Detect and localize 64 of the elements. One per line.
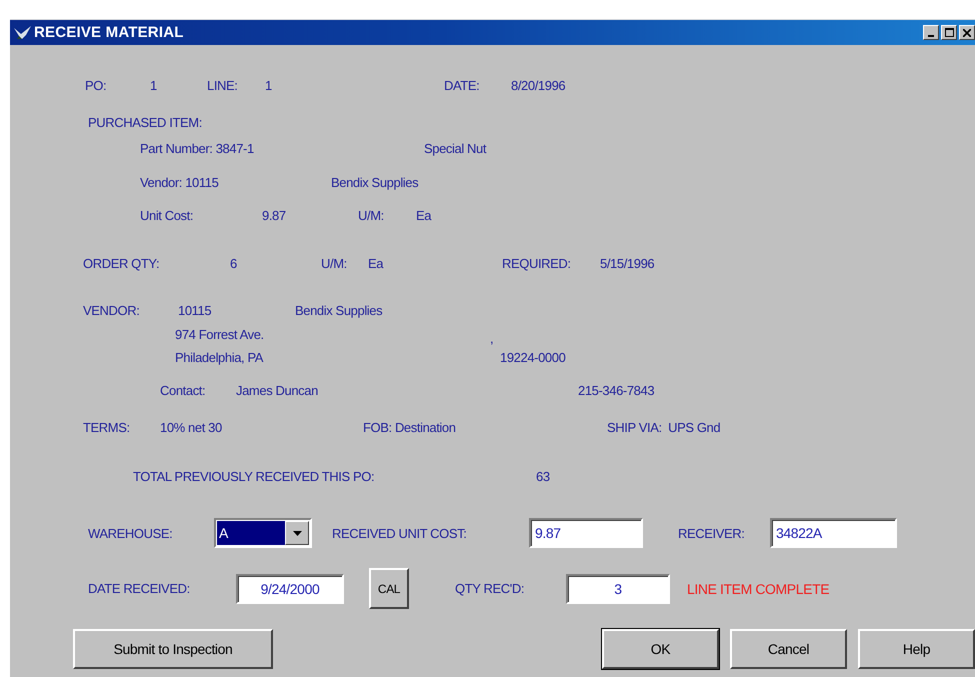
unit-cost-label: Unit Cost:: [140, 208, 194, 224]
bird-icon: [14, 26, 32, 40]
ship-via-text: SHIP VIA: UPS Gnd: [607, 420, 720, 436]
um-label: U/M:: [321, 256, 348, 272]
vendor-name: Bendix Supplies: [295, 303, 382, 319]
order-qty-label: ORDER QTY:: [83, 256, 160, 272]
contact-label: Contact:: [160, 383, 206, 399]
contact-name: James Duncan: [236, 383, 319, 399]
line-value: 1: [265, 78, 273, 94]
receiver-label: RECEIVER:: [678, 526, 746, 540]
dialog-button[interactable]: Help: [858, 629, 975, 669]
window-title: RECEIVE MATERIAL: [34, 24, 184, 41]
vendor-label: VENDOR:: [83, 303, 140, 319]
maximize-button[interactable]: [941, 25, 957, 40]
dropdown-value: A: [217, 521, 285, 545]
terms-value: 10% net 30: [160, 420, 223, 436]
um-value: Ea: [416, 208, 432, 224]
po-value: 1: [150, 78, 158, 94]
close-button[interactable]: [959, 25, 975, 40]
vendor-address: 974 Forrest Ave.: [175, 327, 265, 343]
total-received-value: 63: [536, 469, 550, 485]
order-qty-value: 6: [230, 256, 238, 272]
dialog-button[interactable]: Cancel: [730, 629, 847, 669]
caret-icon: [292, 530, 302, 536]
item-vendor-name: Bendix Supplies: [331, 175, 418, 191]
dropdown-button[interactable]: [285, 521, 309, 545]
receiver-field[interactable]: 34822A: [770, 518, 897, 548]
part-description: Special Nut: [424, 141, 486, 157]
warehouse-label: WAREHOUSE:: [88, 526, 174, 540]
part-number: Part Number: 3847-1: [140, 141, 255, 157]
warehouse-dropdown[interactable]: A: [214, 518, 312, 548]
date-label: DATE:: [444, 78, 480, 94]
um-label: U/M:: [358, 208, 385, 224]
line-label: LINE:: [207, 78, 239, 94]
status-message: LINE ITEM COMPLETE: [687, 580, 830, 596]
total-received-label: TOTAL PREVIOUSLY RECEIVED THIS PO:: [133, 469, 376, 485]
contact-phone: 215-346-7843: [578, 383, 654, 399]
date-received-label: DATE RECEIVED:: [88, 581, 191, 596]
terms-label: TERMS:: [83, 420, 131, 436]
received-unit-cost-label: RECEIVED UNIT COST:: [332, 526, 468, 540]
required-date: 5/15/1996: [600, 256, 654, 272]
close-icon: [963, 28, 971, 36]
minimize-icon: [928, 34, 934, 36]
qty-received-label: QTY REC'D:: [455, 581, 526, 596]
fob-text: FOB: Destination: [363, 420, 457, 436]
po-label: PO:: [85, 78, 108, 94]
date-received-field[interactable]: 9/24/2000: [236, 574, 344, 604]
vendor-id: 10115: [178, 303, 212, 319]
vendor-zip: 19224-0000: [500, 350, 566, 366]
qty-received-field[interactable]: 3: [566, 574, 670, 604]
submit-to-inspection-button[interactable]: Submit to Inspection: [73, 629, 273, 669]
minimize-button[interactable]: [923, 25, 939, 40]
item-vendor: Vendor: 10115: [140, 175, 220, 191]
vendor-city: Philadelphia, PA: [175, 350, 264, 366]
calendar-button[interactable]: CAL: [369, 568, 409, 609]
received-unit-cost-field[interactable]: 9.87: [529, 518, 643, 548]
section-heading: PURCHASED ITEM:: [88, 115, 202, 131]
address-line: ,: [490, 331, 494, 347]
date-value: 8/20/1996: [511, 78, 566, 94]
um-value: Ea: [368, 256, 384, 272]
dialog-button[interactable]: OK: [602, 629, 719, 669]
maximize-icon: [944, 28, 954, 37]
unit-cost-value: 9.87: [262, 208, 287, 224]
required-label: REQUIRED:: [502, 256, 572, 272]
